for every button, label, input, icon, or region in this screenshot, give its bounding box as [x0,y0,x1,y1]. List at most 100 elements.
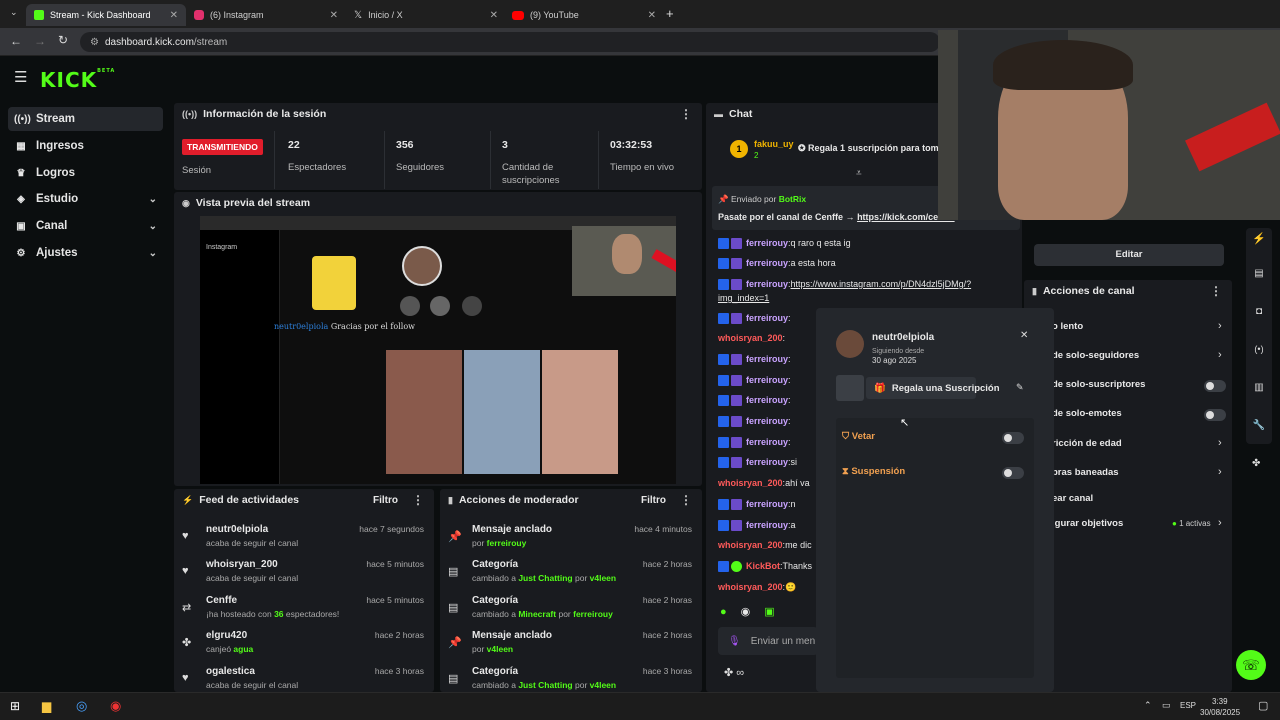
tab-kick-dashboard[interactable]: Stream - Kick Dashboard ✕ [26,4,186,26]
profile-avatar-image [402,246,442,286]
heart-icon: ♥ [182,672,189,684]
tab-instagram[interactable]: (6) Instagram ✕ [186,4,346,26]
notifications-icon[interactable]: ▢ [1258,699,1268,712]
popup-action-slot[interactable] [836,375,864,401]
chat-input[interactable]: 🎙 Enviar un men [718,627,818,655]
edit-icon[interactable]: ✎ [1016,382,1024,393]
chat-message: whoisryan_200: ahí va [718,478,810,488]
url-field[interactable]: ⚙ dashboard.kick.com/stream [80,32,940,52]
action-followers-only[interactable]: de solo-seguidores [1052,350,1139,361]
following-date: 30 ago 2025 [872,356,917,365]
emotes-only-toggle[interactable] [1204,409,1226,421]
sidebar-item-ingresos[interactable]: ▦ Ingresos [8,134,163,158]
chevron-right-icon[interactable]: › [1218,349,1222,361]
network-icon[interactable]: ▭ [1162,700,1171,711]
action-set-goals[interactable]: igurar objetivos [1052,518,1123,529]
chevron-right-icon[interactable]: › [1218,437,1222,449]
pin-expand-icon[interactable]: ⩡ [856,168,862,179]
more-options-icon[interactable]: ⋮ [680,493,692,507]
chevron-right-icon[interactable]: › [1218,466,1222,478]
subscribers-only-toggle[interactable] [1204,380,1226,392]
timeout-toggle[interactable] [1002,467,1024,479]
clock-date[interactable]: 30/08/2025 [1200,708,1240,717]
chevron-right-icon[interactable]: › [1218,517,1222,529]
top-gifter-name[interactable]: fakuu_uy [754,139,794,149]
emote-icon: 🙂 [785,581,797,592]
support-chat-icon[interactable]: ☏ [1236,650,1266,680]
file-explorer-icon[interactable]: ▆ [42,699,51,713]
layout-icon[interactable]: ▥ [1250,382,1268,400]
sidebar-item-canal[interactable]: ▣ Canal ⌄ [8,214,163,238]
tab-close-icon[interactable]: ✕ [170,10,178,21]
action-subscribers-only[interactable]: de solo-suscriptores [1052,379,1145,390]
mic-icon[interactable]: 🎙 [728,636,741,647]
kick-logo[interactable]: KICKBETA [40,68,115,92]
sidebar-item-logros[interactable]: ♛ Logros [8,161,163,185]
emote-icon[interactable]: ▣ [764,606,774,618]
more-options-icon[interactable]: ⋮ [1210,284,1222,298]
bolt-icon[interactable]: ⚡ [1250,232,1268,250]
chat-message: ferreirouy: [718,414,791,428]
action-slow-mode[interactable]: o lento [1052,321,1083,332]
action-age-restriction[interactable]: ricción de edad [1052,438,1122,449]
gift-sub-button[interactable]: 🎁 Regala una Suscripción [866,377,1000,399]
stream-video[interactable]: Instagram neutr0elpiola Gracias por el f… [200,216,676,484]
tab-close-icon[interactable]: ✕ [648,10,656,21]
emote-icon[interactable]: ◉ [741,606,751,618]
tab-youtube[interactable]: (9) YouTube ✕ [504,4,664,26]
sidebar-item-stream[interactable]: ((•)) Stream [8,107,163,131]
tab-label: Stream - Kick Dashboard [50,10,151,20]
action-clear-channel[interactable]: ear canal [1052,493,1093,504]
popup-username[interactable]: neutr0elpiola [872,332,934,343]
tab-close-icon[interactable]: ✕ [490,10,498,21]
windows-start-icon[interactable]: ⊞ [10,699,20,713]
reload-icon[interactable]: ↻ [58,33,68,47]
chevron-right-icon[interactable]: › [1218,320,1222,332]
new-tab-icon[interactable]: + [666,6,674,21]
ban-toggle[interactable] [1002,432,1024,444]
menu-icon[interactable]: ☰ [14,68,27,86]
filter-button[interactable]: Filtro [641,495,666,506]
forward-icon[interactable]: → [34,34,46,48]
edit-button[interactable]: Editar [1034,244,1224,266]
tray-chevron-icon[interactable]: ⌃ [1144,700,1152,711]
chat-message: whoisryan_200: 🙂 [718,581,797,593]
points-icon[interactable]: ✤ [1252,458,1260,469]
tab-label: (6) Instagram [210,10,264,20]
site-info-icon[interactable]: ⚙ [90,37,99,48]
broadcast-icon[interactable]: (•) [1250,344,1268,362]
emote-icon[interactable]: ● [720,606,727,618]
chevron-down-icon: ⌄ [148,247,157,259]
obs-icon[interactable]: ◉ [110,698,121,714]
post-thumb-3 [542,350,618,474]
tab-x[interactable]: 𝕏 Inicio / X ✕ [346,4,506,26]
panel-header: ▮ Acciones de moderador Filtro ⋮ [440,489,702,511]
language-indicator[interactable]: ESP [1180,701,1196,710]
panel-header: ▮ Acciones de canal ⋮ [1024,280,1232,302]
action-banned-words[interactable]: bras baneadas [1052,467,1119,478]
wrench-icon[interactable]: 🔧 [1250,420,1268,438]
more-options-icon[interactable]: ⋮ [680,107,692,121]
tab-close-icon[interactable]: ✕ [330,10,338,21]
filter-button[interactable]: Filtro [373,495,398,506]
url-domain: dashboard.kick.com [104,36,194,48]
clipboard-icon[interactable]: ▤ [1250,268,1268,286]
trophy-icon: ♛ [16,167,26,179]
action-emotes-only[interactable]: de solo-emotes [1052,408,1122,419]
back-icon[interactable]: ← [10,34,22,48]
chrome-icon[interactable]: ◎ [76,698,87,714]
chat-message: ferreirouy: si [718,455,797,469]
sidebar-item-ajustes[interactable]: ⚙ Ajustes ⌄ [8,241,163,265]
tab-search-chevron-icon[interactable]: ⌄ [10,7,18,18]
chat-message-cont[interactable]: img_index=1 [718,291,769,305]
panel-title: Información de la sesión [203,108,327,120]
sidebar-item-estudio[interactable]: ◈ Estudio ⌄ [8,187,163,211]
chat-bubble-icon[interactable]: ◘ [1250,306,1268,324]
mod-item: ▤ Categoría hace 3 horas cambiado a Just … [448,666,692,690]
points-icon[interactable]: ✤ ∞ [724,666,744,679]
clock-time[interactable]: 3:39 [1212,697,1228,706]
more-options-icon[interactable]: ⋮ [412,493,424,507]
close-icon[interactable]: ✕ [1020,330,1028,341]
top-gifter-count: 2 [754,151,759,160]
gift-icon: 🎁 [874,382,886,394]
